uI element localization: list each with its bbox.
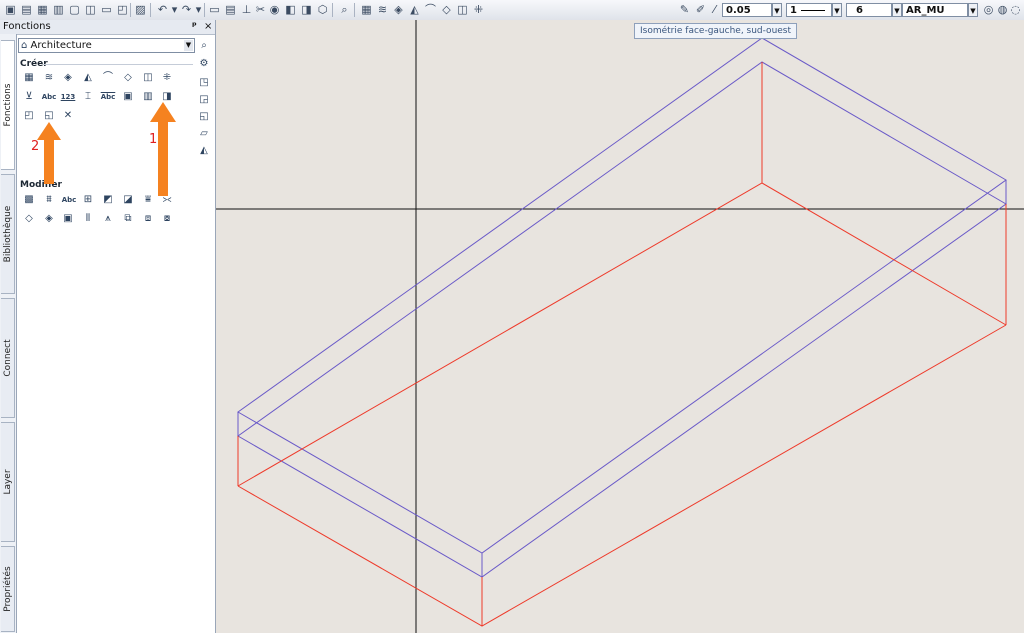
roof-icon[interactable]: ◭ [408,3,421,16]
eye-icon[interactable]: ◉ [268,3,281,16]
table-icon[interactable]: ▥ [52,3,65,16]
arch-tool-icon[interactable]: ⌒ [101,71,115,85]
pen-thickness-field[interactable]: 0.05 [722,3,772,25]
open-project-icon[interactable]: ▣ [4,3,17,16]
annotation-label-2: 2 [31,139,40,154]
slab-icon[interactable]: ◈ [392,3,405,16]
window-opening-icon[interactable]: ◇ [440,3,453,16]
document-icon[interactable]: ▢ [68,3,81,16]
stair-icon[interactable]: ≋ [376,3,389,16]
grid-icon[interactable]: ⁜ [472,3,485,16]
house-icon: ⌂ [21,40,28,51]
layer-visibility-icon[interactable]: ◍ [996,3,1009,16]
tab-proprietes[interactable]: Propriétés [1,546,15,632]
brush-icon[interactable]: ⁄ [708,3,721,16]
chevron-down-icon[interactable]: ▼ [184,40,193,51]
functions-panel: Fonctions ᵖ × Fonctions Bibliothèque Con… [0,20,216,633]
image-icon[interactable]: ▨ [134,3,147,16]
pin-icon[interactable]: ᵖ [192,20,197,34]
pencil-icon[interactable]: ✐ [694,3,707,16]
layer-field[interactable]: AR_MU [902,3,968,17]
box-top-outer [237,37,1007,554]
box-red-base-back [237,182,1007,487]
layer-dropdown[interactable]: ▼ [968,3,978,17]
modify-slab-icon[interactable]: ◇ [22,212,36,226]
3d-view-icon[interactable]: ⬡ [316,3,329,16]
palette-tool-1-icon[interactable]: ◳ [197,76,211,90]
section-icon[interactable]: ◨ [300,3,313,16]
category-value: Architecture [30,40,92,51]
modify-beam-icon[interactable]: ⩚ [101,212,115,226]
close-icon[interactable]: × [204,20,212,34]
drawing-canvas[interactable] [216,20,1024,633]
tab-connect[interactable]: Connect [1,298,15,418]
message-icon[interactable]: ◰ [116,3,129,16]
panel-title: Fonctions [3,21,51,32]
door-icon[interactable]: ◫ [456,3,469,16]
pen-thickness-dropdown[interactable]: ▼ [772,3,782,17]
modify-attributes-icon[interactable]: ⧈ [141,212,155,226]
palette-tool-5-icon[interactable]: ◭ [197,144,211,158]
plot-icon[interactable]: ◫ [84,3,97,16]
modify-group-icon[interactable]: ⧇ [160,212,174,226]
modify-column-icon[interactable]: ⫴ [81,212,95,226]
panel-header: Fonctions ᵖ × [0,20,215,35]
color-field[interactable]: 6 [846,3,892,29]
annotation-arrow-1 [150,102,176,196]
slab-tool-icon[interactable]: ◈ [61,71,75,85]
category-select[interactable]: ⌂ Architecture ▼ [18,38,195,53]
wall-icon[interactable]: ▦ [360,3,373,16]
palette-tool-2-icon[interactable]: ◲ [197,93,211,107]
zoom-icon[interactable]: ⌕ [338,3,351,16]
main-toolbar: ▣ ▤ ▦ ▥ ▢ ◫ ▭ ◰ ▨ ↶ ▾ ↷ ▾ ▭ ▤ ⊥ ✂ ◉ ◧ ◨ … [0,0,1024,29]
door-tool-icon[interactable]: ◫ [141,71,155,85]
modify-room-icon[interactable]: ▣ [61,212,75,226]
tab-bibliotheque[interactable]: Bibliothèque [1,174,15,294]
save-icon[interactable]: ▭ [100,3,113,16]
vertical-tab-strip: Fonctions Bibliothèque Connect Layer Pro… [0,34,17,633]
stair-tool-icon[interactable]: ≋ [42,71,56,85]
arch-icon[interactable]: ⌒ [424,3,437,16]
modify-component-icon[interactable]: ⧉ [121,212,135,226]
wall-tool-icon[interactable]: ▦ [22,71,36,85]
tab-fonctions[interactable]: Fonctions [1,40,15,170]
grid-tool-icon[interactable]: ⁜ [160,71,174,85]
box-top-inner [237,61,1007,578]
layout-icon[interactable]: ▦ [36,3,49,16]
search-icon[interactable]: ⌕ [197,39,211,53]
palette-config-icon[interactable]: ⚙ [197,57,211,71]
pen-icon[interactable]: ✎ [678,3,691,16]
view-icon[interactable]: ◧ [284,3,297,16]
color-dropdown[interactable]: ▼ [892,3,902,17]
view-tooltip: Isométrie face-gauche, sud-ouest [634,23,798,39]
palette-tool-3-icon[interactable]: ◱ [197,110,211,124]
palette-tool-4-icon[interactable]: ▱ [197,127,211,141]
opening-tool-icon[interactable]: ◇ [121,71,135,85]
line-type-dropdown[interactable]: ▼ [832,3,842,17]
window-icon[interactable]: ▭ [208,3,221,16]
annotation-label-1: 1 [149,132,158,147]
isometric-drawing [216,20,1024,633]
print-icon[interactable]: ▤ [20,3,33,16]
roof-tool-icon[interactable]: ◭ [81,71,95,85]
annotation-arrow-2 [37,122,61,184]
scissors-icon[interactable]: ✂ [254,3,267,16]
layer-settings-icon[interactable]: ◎ [982,3,995,16]
split-window-icon[interactable]: ▤ [224,3,237,16]
annotation-arrows [37,102,176,196]
tab-layer[interactable]: Layer [1,422,15,542]
measure-icon[interactable]: ⊥ [240,3,253,16]
box-red-base-front [237,324,1007,627]
modify-surface-icon[interactable]: ◈ [42,212,56,226]
layer-lock-icon[interactable]: ◌ [1009,3,1022,16]
section-divider [43,64,193,65]
line-type-field[interactable]: 1 [786,3,832,17]
